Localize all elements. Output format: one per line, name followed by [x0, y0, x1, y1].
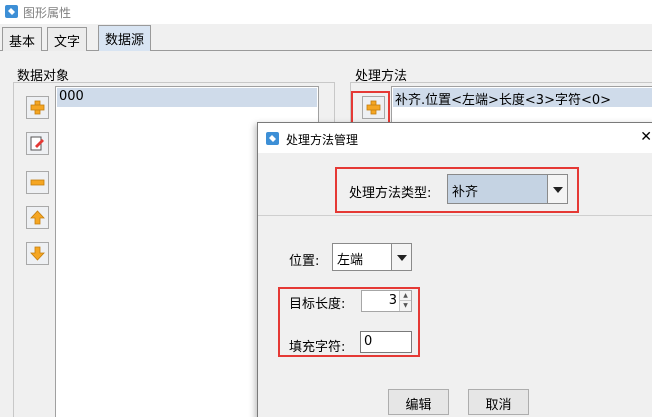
- list-item[interactable]: 000: [57, 88, 317, 107]
- dialog-title: 处理方法管理: [286, 133, 359, 147]
- close-icon[interactable]: ✕: [640, 129, 652, 145]
- edit-button-label: 编辑: [405, 398, 432, 413]
- dialog-separator: [258, 215, 652, 216]
- tab-basic-label: 基本: [9, 35, 36, 50]
- remove-data-object-button[interactable]: [26, 171, 49, 194]
- data-object-value: 000: [59, 89, 84, 104]
- chevron-down-icon: [397, 255, 407, 261]
- position-value: 左端: [337, 253, 364, 268]
- move-up-button[interactable]: [26, 206, 49, 229]
- highlight-add-method: [351, 91, 390, 124]
- window-title: 图形属性: [23, 6, 72, 20]
- edit-button[interactable]: 编辑: [388, 389, 449, 415]
- position-label: 位置:: [289, 254, 320, 269]
- tab-text-label: 文字: [54, 35, 81, 50]
- add-icon: [30, 100, 45, 115]
- dialog-titlebar: 处理方法管理 ✕: [258, 123, 652, 153]
- position-dropdown-button[interactable]: [391, 244, 411, 270]
- position-select[interactable]: 左端: [332, 243, 412, 271]
- app-icon: [5, 5, 18, 18]
- highlight-method-type: [335, 167, 579, 213]
- highlight-length-fill: [278, 287, 420, 357]
- list-item[interactable]: 补齐.位置<左端>长度<3>字符<0>: [393, 88, 652, 108]
- edit-data-object-button[interactable]: [26, 132, 49, 155]
- edit-icon: [30, 136, 44, 151]
- remove-icon: [30, 179, 45, 186]
- app-icon: [266, 132, 279, 145]
- tab-basic[interactable]: 基本: [2, 27, 43, 51]
- window-titlebar: 图形属性: [0, 0, 652, 24]
- tab-strip: 基本 文字 数据源: [0, 24, 652, 52]
- tab-data-source-label: 数据源: [105, 33, 145, 48]
- method-entry: 补齐.位置<左端>长度<3>字符<0>: [395, 93, 612, 108]
- move-down-icon: [30, 246, 45, 261]
- add-data-object-button[interactable]: [26, 96, 49, 119]
- cancel-button-label: 取消: [485, 398, 512, 413]
- tab-data-source[interactable]: 数据源: [98, 25, 152, 52]
- tab-text[interactable]: 文字: [47, 27, 88, 51]
- method-manager-dialog: 处理方法管理 ✕ 处理方法类型: 补齐 位置: 左端 目标长度: 3 ▲ ▼ 填…: [257, 122, 652, 417]
- move-up-icon: [30, 210, 45, 225]
- move-down-button[interactable]: [26, 242, 49, 265]
- cancel-button[interactable]: 取消: [468, 389, 529, 415]
